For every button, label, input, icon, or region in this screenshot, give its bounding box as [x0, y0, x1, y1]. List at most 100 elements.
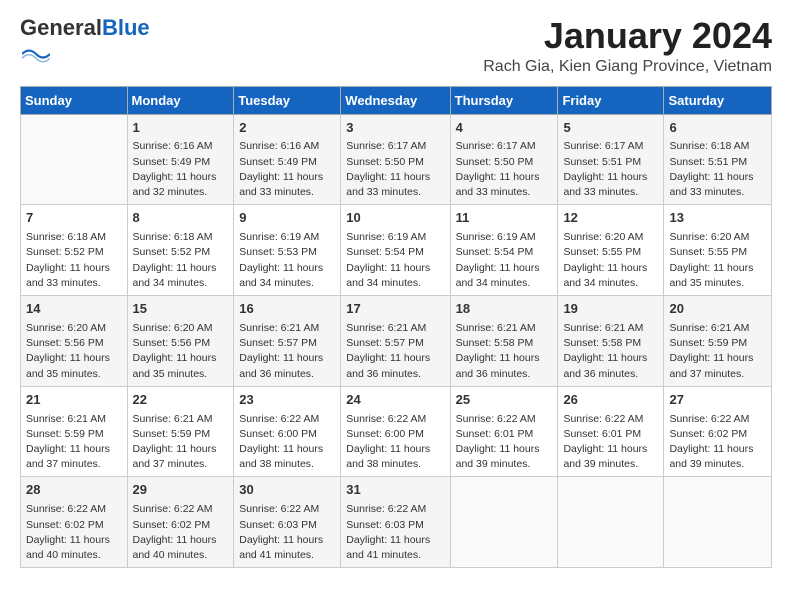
day-info: Sunrise: 6:18 AMSunset: 5:52 PMDaylight:…: [133, 230, 229, 291]
calendar-cell: 9 Sunrise: 6:19 AMSunset: 5:53 PMDaylight…: [234, 205, 341, 296]
logo-general: General: [20, 15, 102, 40]
calendar-cell: 14Sunrise: 6:20 AMSunset: 5:56 PMDayligh…: [21, 296, 128, 387]
week-row-5: 28Sunrise: 6:22 AMSunset: 6:02 PMDayligh…: [21, 477, 772, 568]
day-number: 29: [133, 481, 229, 500]
day-info: Sunrise: 6:17 AMSunset: 5:51 PMDaylight:…: [563, 139, 658, 200]
day-info: Sunrise: 6:21 AMSunset: 5:57 PMDaylight:…: [346, 321, 444, 382]
day-number: 23: [239, 391, 335, 410]
day-number: 15: [133, 300, 229, 319]
calendar-cell: 21 Sunrise: 6:21 AMSunset: 5:59 PMDayligh…: [21, 386, 128, 477]
header-day-saturday: Saturday: [664, 86, 772, 114]
day-info: Sunrise: 6:21 AMSunset: 5:58 PMDaylight:…: [456, 321, 553, 382]
header-day-tuesday: Tuesday: [234, 86, 341, 114]
day-number: 2: [239, 119, 335, 138]
day-info: Sunrise: 6:20 AMSunset: 5:55 PMDaylight:…: [669, 230, 766, 291]
day-number: 21: [26, 391, 122, 410]
day-number: 4: [456, 119, 553, 138]
day-info: Sunrise: 6:16 AMSunset: 5:49 PMDaylight:…: [133, 139, 229, 200]
day-info: Sunrise: 6:18 AMSunset: 5:52 PMDaylight:…: [26, 230, 122, 291]
day-number: 3: [346, 119, 444, 138]
day-number: 14: [26, 300, 122, 319]
calendar-cell: 29Sunrise: 6:22 AMSunset: 6:02 PMDayligh…: [127, 477, 234, 568]
day-number: 9: [239, 209, 335, 228]
day-number: 22: [133, 391, 229, 410]
calendar-cell: 1Sunrise: 6:16 AMSunset: 5:49 PMDaylight…: [127, 114, 234, 205]
day-info: Sunrise: 6:22 AMSunset: 6:02 PMDaylight:…: [26, 502, 122, 563]
title-area: January 2024 Rach Gia, Kien Giang Provin…: [483, 16, 772, 76]
calendar-cell: 20 Sunrise: 6:21 AMSunset: 5:59 PMDayligh…: [664, 296, 772, 387]
calendar-cell: [664, 477, 772, 568]
day-info: Sunrise: 6:19 AMSunset: 5:53 PMDaylight:…: [239, 230, 335, 291]
calendar-cell: 30Sunrise: 6:22 AMSunset: 6:03 PMDayligh…: [234, 477, 341, 568]
day-info: Sunrise: 6:18 AMSunset: 5:51 PMDaylight:…: [669, 139, 766, 200]
day-number: 6: [669, 119, 766, 138]
day-info: Sunrise: 6:22 AMSunset: 6:00 PMDaylight:…: [239, 412, 335, 473]
calendar-cell: 15 Sunrise: 6:20 AMSunset: 5:56 PMDayligh…: [127, 296, 234, 387]
header-day-sunday: Sunday: [21, 86, 128, 114]
calendar-cell: 4Sunrise: 6:17 AMSunset: 5:50 PMDaylight…: [450, 114, 558, 205]
calendar-cell: 28Sunrise: 6:22 AMSunset: 6:02 PMDayligh…: [21, 477, 128, 568]
day-info: Sunrise: 6:21 AMSunset: 5:59 PMDaylight:…: [26, 412, 122, 473]
week-row-1: 1Sunrise: 6:16 AMSunset: 5:49 PMDaylight…: [21, 114, 772, 205]
day-number: 1: [133, 119, 229, 138]
day-info: Sunrise: 6:22 AMSunset: 6:01 PMDaylight:…: [456, 412, 553, 473]
day-number: 18: [456, 300, 553, 319]
calendar-cell: 7 Sunrise: 6:18 AMSunset: 5:52 PMDaylight…: [21, 205, 128, 296]
header-day-monday: Monday: [127, 86, 234, 114]
day-number: 24: [346, 391, 444, 410]
day-number: 27: [669, 391, 766, 410]
calendar-cell: 31 Sunrise: 6:22 AMSunset: 6:03 PMDayligh…: [341, 477, 450, 568]
calendar-cell: 5Sunrise: 6:17 AMSunset: 5:51 PMDaylight…: [558, 114, 664, 205]
day-number: 11: [456, 209, 553, 228]
day-number: 25: [456, 391, 553, 410]
day-info: Sunrise: 6:20 AMSunset: 5:55 PMDaylight:…: [563, 230, 658, 291]
day-number: 19: [563, 300, 658, 319]
day-number: 17: [346, 300, 444, 319]
day-number: 13: [669, 209, 766, 228]
calendar-cell: [558, 477, 664, 568]
day-number: 8: [133, 209, 229, 228]
calendar-cell: 2Sunrise: 6:16 AMSunset: 5:49 PMDaylight…: [234, 114, 341, 205]
calendar-table: SundayMondayTuesdayWednesdayThursdayFrid…: [20, 86, 772, 569]
day-info: Sunrise: 6:17 AMSunset: 5:50 PMDaylight:…: [346, 139, 444, 200]
calendar-cell: 27Sunrise: 6:22 AMSunset: 6:02 PMDayligh…: [664, 386, 772, 477]
week-row-2: 7 Sunrise: 6:18 AMSunset: 5:52 PMDaylight…: [21, 205, 772, 296]
calendar-cell: [21, 114, 128, 205]
calendar-cell: 22 Sunrise: 6:21 AMSunset: 5:59 PMDayligh…: [127, 386, 234, 477]
page-header: GeneralBlue January 2024 Rach Gia, Kien …: [20, 16, 772, 76]
day-number: 20: [669, 300, 766, 319]
day-info: Sunrise: 6:21 AMSunset: 5:59 PMDaylight:…: [669, 321, 766, 382]
day-info: Sunrise: 6:19 AMSunset: 5:54 PMDaylight:…: [456, 230, 553, 291]
day-number: 7: [26, 209, 122, 228]
day-info: Sunrise: 6:22 AMSunset: 6:01 PMDaylight:…: [563, 412, 658, 473]
header-day-friday: Friday: [558, 86, 664, 114]
calendar-cell: 11 Sunrise: 6:19 AMSunset: 5:54 PMDayligh…: [450, 205, 558, 296]
day-info: Sunrise: 6:21 AMSunset: 5:58 PMDaylight:…: [563, 321, 658, 382]
calendar-cell: 24Sunrise: 6:22 AMSunset: 6:00 PMDayligh…: [341, 386, 450, 477]
day-info: Sunrise: 6:19 AMSunset: 5:54 PMDaylight:…: [346, 230, 444, 291]
logo-blue: Blue: [102, 15, 150, 40]
calendar-cell: 16Sunrise: 6:21 AMSunset: 5:57 PMDayligh…: [234, 296, 341, 387]
logo: GeneralBlue: [20, 16, 150, 73]
calendar-cell: 18 Sunrise: 6:21 AMSunset: 5:58 PMDayligh…: [450, 296, 558, 387]
calendar-cell: 26Sunrise: 6:22 AMSunset: 6:01 PMDayligh…: [558, 386, 664, 477]
day-info: Sunrise: 6:17 AMSunset: 5:50 PMDaylight:…: [456, 139, 553, 200]
day-number: 12: [563, 209, 658, 228]
calendar-cell: [450, 477, 558, 568]
day-number: 31: [346, 481, 444, 500]
calendar-cell: 6Sunrise: 6:18 AMSunset: 5:51 PMDaylight…: [664, 114, 772, 205]
day-number: 16: [239, 300, 335, 319]
calendar-cell: 17 Sunrise: 6:21 AMSunset: 5:57 PMDayligh…: [341, 296, 450, 387]
week-row-4: 21 Sunrise: 6:21 AMSunset: 5:59 PMDayligh…: [21, 386, 772, 477]
calendar-title: January 2024: [483, 16, 772, 56]
day-info: Sunrise: 6:21 AMSunset: 5:59 PMDaylight:…: [133, 412, 229, 473]
day-info: Sunrise: 6:20 AMSunset: 5:56 PMDaylight:…: [133, 321, 229, 382]
calendar-cell: 19 Sunrise: 6:21 AMSunset: 5:58 PMDayligh…: [558, 296, 664, 387]
header-day-thursday: Thursday: [450, 86, 558, 114]
calendar-cell: 3Sunrise: 6:17 AMSunset: 5:50 PMDaylight…: [341, 114, 450, 205]
day-number: 30: [239, 481, 335, 500]
calendar-cell: 12 Sunrise: 6:20 AMSunset: 5:55 PMDayligh…: [558, 205, 664, 296]
header-day-wednesday: Wednesday: [341, 86, 450, 114]
calendar-cell: 13 Sunrise: 6:20 AMSunset: 5:55 PMDayligh…: [664, 205, 772, 296]
day-info: Sunrise: 6:22 AMSunset: 6:03 PMDaylight:…: [346, 502, 444, 563]
